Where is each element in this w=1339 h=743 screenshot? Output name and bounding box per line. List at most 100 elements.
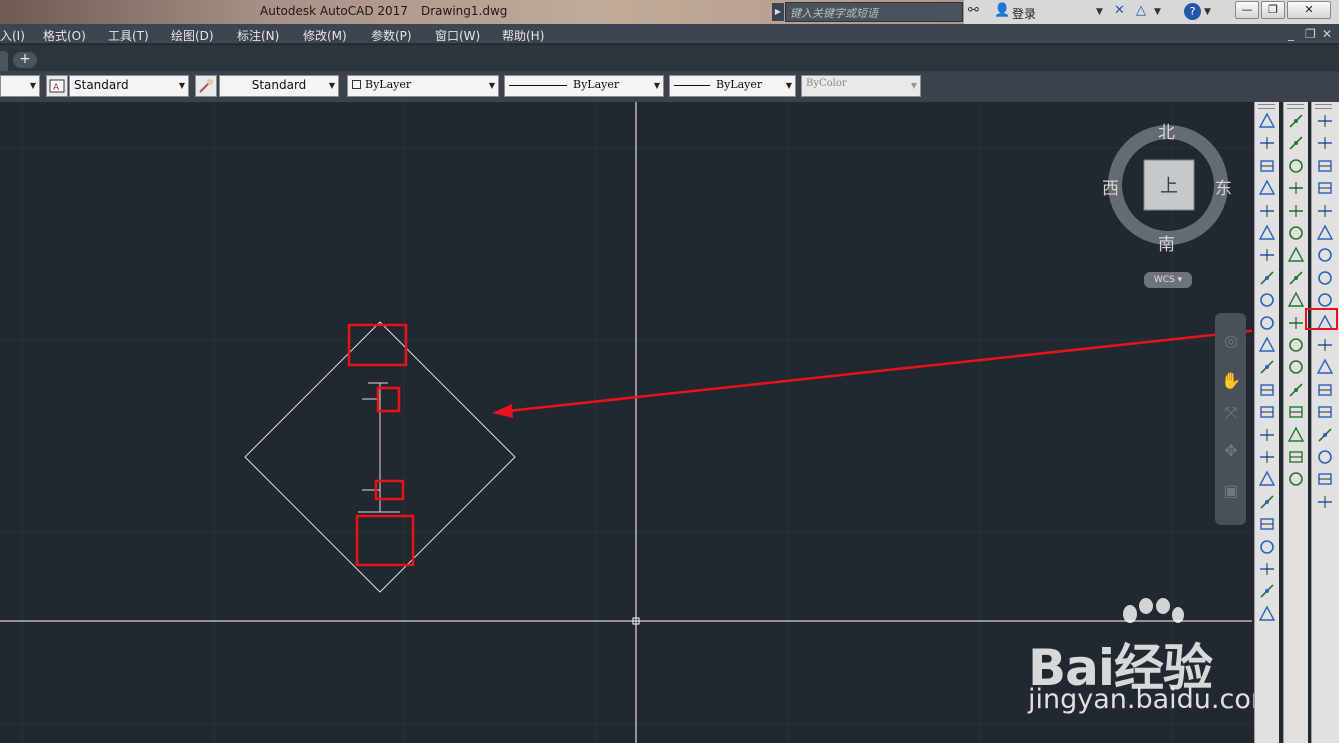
aligned-dim-icon[interactable] xyxy=(1258,134,1276,152)
menu-format[interactable]: 格式(O) xyxy=(43,27,86,44)
diameter-icon[interactable] xyxy=(1258,246,1276,264)
mirror-icon[interactable] xyxy=(1316,157,1334,175)
chamfer-icon[interactable] xyxy=(1316,426,1334,444)
explode-icon[interactable] xyxy=(1316,493,1334,511)
extend-icon[interactable] xyxy=(1316,336,1334,354)
viewcube-south[interactable]: 南 xyxy=(1158,230,1175,255)
temp-track-icon[interactable] xyxy=(1287,112,1305,130)
blend-icon[interactable] xyxy=(1316,470,1334,488)
quadrant-icon[interactable] xyxy=(1287,291,1305,309)
baseline-icon[interactable] xyxy=(1258,314,1276,332)
copy-icon[interactable] xyxy=(1316,134,1334,152)
join-icon[interactable] xyxy=(1316,403,1334,421)
dimtedit-icon[interactable] xyxy=(1258,515,1276,533)
break-at-point-icon[interactable] xyxy=(1316,358,1334,376)
text-style-icon[interactable]: A xyxy=(46,75,68,97)
pan-icon[interactable]: ✋ xyxy=(1220,371,1242,397)
menu-draw[interactable]: 绘图(D) xyxy=(171,27,214,44)
exchange-icon[interactable]: ✕ xyxy=(1114,3,1125,18)
text-icon[interactable] xyxy=(1258,560,1276,578)
intersection-icon[interactable] xyxy=(1287,202,1305,220)
continue-icon[interactable] xyxy=(1258,336,1276,354)
leader-icon[interactable] xyxy=(1258,582,1276,600)
showmotion-icon[interactable]: ▣ xyxy=(1220,481,1242,507)
menu-parameters[interactable]: 参数(P) xyxy=(371,27,412,44)
break-icon[interactable] xyxy=(1316,381,1334,399)
menu-dimension[interactable]: 标注(N) xyxy=(237,27,279,44)
new-tab-button[interactable]: + xyxy=(13,52,37,68)
menu-help[interactable]: 帮助(H) xyxy=(502,27,544,44)
restore-button[interactable]: ❐ xyxy=(1261,1,1285,19)
doc-close-button[interactable]: ✕ xyxy=(1322,27,1332,41)
close-button[interactable]: ✕ xyxy=(1287,1,1331,19)
lineweight-combo[interactable]: ByLayer ▼ xyxy=(669,75,796,97)
a360-icon[interactable]: △ xyxy=(1136,3,1146,18)
chevron-down-icon[interactable]: ▼ xyxy=(1096,7,1103,17)
color-combo[interactable]: ByLayer ▼ xyxy=(347,75,499,97)
angular-icon[interactable] xyxy=(1258,269,1276,287)
menu-modify[interactable]: 修改(M) xyxy=(303,27,347,44)
from-icon[interactable] xyxy=(1287,134,1305,152)
inspect-icon[interactable] xyxy=(1258,448,1276,466)
midpoint-icon[interactable] xyxy=(1287,179,1305,197)
quick-dim-icon[interactable] xyxy=(1258,291,1276,309)
ordinate-icon[interactable] xyxy=(1258,179,1276,197)
drawing-canvas[interactable]: 北 南 东 西 上 WCS ▾ ◎ ✋ ⤧ ✥ ▣ Bai经验 jingyan.… xyxy=(0,102,1277,743)
menu-tools[interactable]: 工具(T) xyxy=(108,27,149,44)
center-mark-icon[interactable] xyxy=(1258,426,1276,444)
radius-icon[interactable] xyxy=(1258,202,1276,220)
arc-length-icon[interactable] xyxy=(1258,157,1276,175)
viewcube-north[interactable]: 北 xyxy=(1158,118,1175,143)
perpendicular-icon[interactable] xyxy=(1287,336,1305,354)
apparent-int-icon[interactable] xyxy=(1287,224,1305,242)
user-icon[interactable]: 👤 xyxy=(994,3,1010,18)
minimize-button[interactable]: — xyxy=(1235,1,1259,19)
dimstyle-icon[interactable] xyxy=(1258,538,1276,556)
viewcube-face-label[interactable]: 上 xyxy=(1160,172,1178,198)
snap-settings-icon[interactable] xyxy=(1287,470,1305,488)
none-icon[interactable] xyxy=(1287,448,1305,466)
layer-combo[interactable]: ▼ xyxy=(0,75,40,97)
array-icon[interactable] xyxy=(1316,202,1334,220)
linear-dim-icon[interactable] xyxy=(1258,112,1276,130)
break-icon[interactable] xyxy=(1258,381,1276,399)
wcs-menu-button[interactable]: WCS ▾ xyxy=(1144,272,1192,288)
viewcube-east[interactable]: 东 xyxy=(1215,174,1232,199)
erase-icon[interactable] xyxy=(1316,112,1334,130)
dim-style-icon[interactable] xyxy=(195,75,217,97)
tangent-icon[interactable] xyxy=(1287,314,1305,332)
doc-restore-button[interactable]: ❐ xyxy=(1305,27,1316,41)
rotate-icon[interactable] xyxy=(1316,246,1334,264)
login-button[interactable]: 登录 xyxy=(1012,5,1036,22)
tolerance-icon[interactable] xyxy=(1258,403,1276,421)
jogged-icon[interactable] xyxy=(1258,224,1276,242)
jogged-linear-icon[interactable] xyxy=(1258,470,1276,488)
binoculars-icon[interactable]: ⚯ xyxy=(968,3,979,18)
endpoint-icon[interactable] xyxy=(1287,157,1305,175)
spacing-icon[interactable] xyxy=(1258,358,1276,376)
nearest-icon[interactable] xyxy=(1287,426,1305,444)
menu-window[interactable]: 窗口(W) xyxy=(435,27,480,44)
extension-icon[interactable] xyxy=(1287,246,1305,264)
stretch-icon[interactable] xyxy=(1316,291,1334,309)
center-icon[interactable] xyxy=(1287,269,1305,287)
orbit-icon[interactable]: ✥ xyxy=(1220,441,1242,467)
zoom-icon[interactable]: ⤧ xyxy=(1220,403,1242,429)
text-style-combo[interactable]: Standard ▼ xyxy=(69,75,189,97)
viewcube-west[interactable]: 西 xyxy=(1102,174,1119,199)
linetype-combo[interactable]: ByLayer ▼ xyxy=(504,75,664,97)
dimedit-icon[interactable] xyxy=(1258,493,1276,511)
list-icon[interactable] xyxy=(1258,605,1276,623)
menu-insert[interactable]: 入(I) xyxy=(0,27,25,44)
node-icon[interactable] xyxy=(1287,403,1305,421)
file-tab[interactable] xyxy=(0,51,8,71)
chevron-down-icon[interactable]: ▼ xyxy=(1154,7,1161,17)
doc-minimize-button[interactable]: _ xyxy=(1288,27,1294,41)
scale-icon[interactable] xyxy=(1316,269,1334,287)
move-icon[interactable] xyxy=(1316,224,1334,242)
steering-wheel-icon[interactable]: ◎ xyxy=(1220,331,1242,357)
help-icon[interactable]: ? xyxy=(1184,3,1201,20)
fillet-icon[interactable] xyxy=(1316,448,1334,466)
insert-icon[interactable] xyxy=(1287,381,1305,399)
dim-style-combo[interactable]: Standard ▼ xyxy=(219,75,339,97)
